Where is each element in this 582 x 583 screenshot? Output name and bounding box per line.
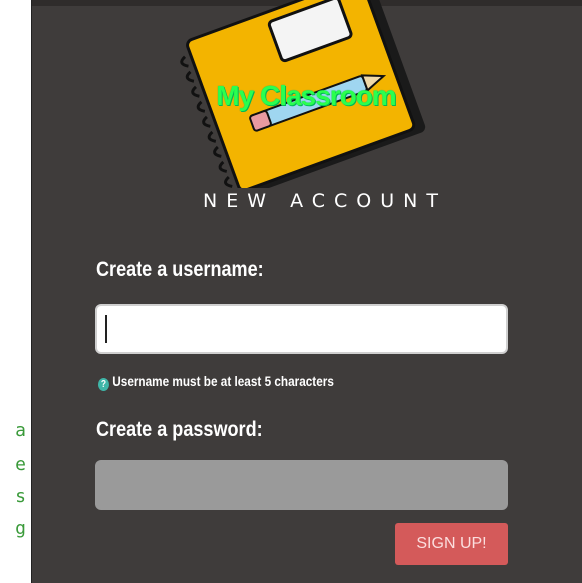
- side-text-letter: e: [15, 454, 26, 475]
- side-text-letter: g: [15, 518, 26, 539]
- username-hint: ? Username must be at least 5 characters: [98, 373, 334, 391]
- app-logo: My Classroom: [175, 0, 437, 193]
- app-title: My Classroom: [216, 80, 396, 111]
- username-input[interactable]: [95, 304, 508, 354]
- side-text-letter: a: [15, 420, 26, 441]
- password-label: Create a password:: [96, 418, 263, 441]
- side-text-letter: s: [15, 486, 26, 507]
- username-hint-text: Username must be at least 5 characters: [112, 373, 334, 389]
- form-heading: NEW ACCOUNT: [203, 190, 447, 212]
- text-cursor: [105, 315, 107, 343]
- password-input[interactable]: [95, 460, 508, 510]
- signup-button[interactable]: SIGN UP!: [395, 523, 508, 565]
- signup-panel: My Classroom NEW ACCOUNT Create a userna…: [31, 0, 582, 583]
- info-icon: ?: [98, 378, 109, 391]
- username-label: Create a username:: [96, 258, 264, 281]
